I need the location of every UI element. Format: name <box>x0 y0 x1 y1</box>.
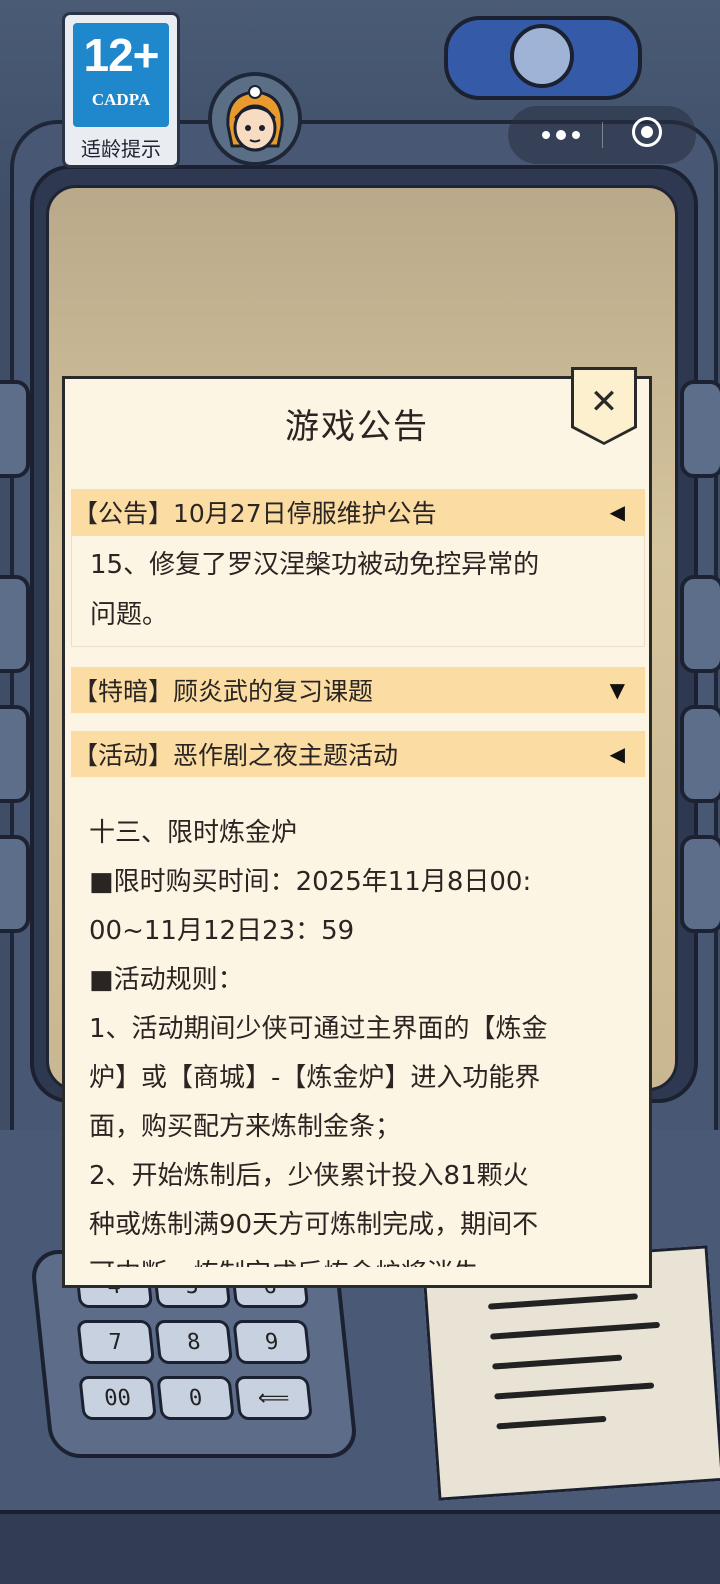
body-line: 00~11月12日23：59 <box>89 916 355 946</box>
miniprogram-capsule <box>508 106 696 164</box>
scribble-line <box>490 1321 661 1340</box>
collapse-arrow-icon: ◀ <box>609 500 625 524</box>
age-rating-panel: 12+ CADPA <box>73 23 169 127</box>
body-line: 可中断，炼制完成后炼金炉将消失 <box>89 1250 627 1267</box>
keypad-key: 9 <box>232 1320 312 1364</box>
side-button-right-2 <box>680 575 720 673</box>
avatar-face-icon <box>212 76 298 162</box>
body-line: 2、开始炼制后，少侠累计投入81颗火 <box>89 1161 529 1191</box>
more-dots-icon[interactable] <box>526 106 596 164</box>
section-header-event[interactable]: 【活动】恶作剧之夜主题活动 ◀ <box>71 731 645 777</box>
side-button-left-2 <box>0 575 30 673</box>
section-header-label: 【活动】恶作剧之夜主题活动 <box>73 741 399 770</box>
section-header-special[interactable]: 【特暗】顾炎武的复习课题 ▼ <box>71 667 645 713</box>
age-rating-tip: 适龄提示 <box>81 137 161 161</box>
expand-arrow-icon: ▼ <box>609 678 625 702</box>
body-line: 种或炼制满90天方可炼制完成，期间不 <box>89 1210 539 1240</box>
section-body-event[interactable]: 十三、限时炼金炉 ■限时购买时间：2025年11月8日00: 00~11月12日… <box>71 789 645 1267</box>
body-line: 1、活动期间少侠可通过主界面的【炼金 <box>89 1014 548 1044</box>
target-close-icon[interactable] <box>632 117 662 147</box>
machine-bottom-strip <box>0 1510 720 1584</box>
body-line: 问题。 <box>90 600 169 630</box>
capsule-divider <box>602 122 603 148</box>
side-button-left-1 <box>0 380 30 478</box>
section-header-label: 【公告】10月27日停服维护公告 <box>73 499 437 528</box>
announcement-modal: 游戏公告 ✕ 【公告】10月27日停服维护公告 ◀ 15、修复了罗汉涅槃功被动免… <box>62 367 652 1288</box>
scribble-line <box>494 1382 655 1400</box>
scribble-line <box>487 1293 639 1310</box>
body-line: 炉】或【商城】-【炼金炉】进入功能界 <box>89 1063 541 1093</box>
body-line: ■活动规则： <box>89 965 244 995</box>
age-rating-org: CADPA <box>91 90 151 109</box>
body-line: ■限时购买时间：2025年11月8日00: <box>89 867 532 897</box>
camera-lens <box>510 24 574 88</box>
player-avatar[interactable] <box>208 72 302 166</box>
age-rating-badge[interactable]: 12+ CADPA 适龄提示 <box>62 12 180 168</box>
modal-title: 游戏公告 <box>285 407 429 447</box>
section-header-maintenance[interactable]: 【公告】10月27日停服维护公告 ◀ <box>71 489 645 535</box>
camera-decoration <box>444 16 642 100</box>
body-line: 十三、限时炼金炉 <box>89 818 298 848</box>
keypad-key: 7 <box>76 1320 156 1364</box>
side-button-left-3 <box>0 705 30 803</box>
keypad-key: 8 <box>154 1320 234 1364</box>
body-line: 15、修复了罗汉涅槃功被动免控异常的 <box>90 550 540 580</box>
keypad-key: 00 <box>78 1376 157 1420</box>
keypad-key: ⟸ <box>234 1376 313 1420</box>
side-button-right-3 <box>680 705 720 803</box>
side-button-right-1 <box>680 380 720 478</box>
scribble-line <box>496 1415 607 1430</box>
section-header-label: 【特暗】顾炎武的复习课题 <box>73 677 374 706</box>
age-rating-number: 12+ <box>83 29 159 81</box>
scribble-line <box>492 1354 623 1370</box>
keypad-key: 0 <box>156 1376 235 1420</box>
section-body-maintenance: 15、修复了罗汉涅槃功被动免控异常的 问题。 <box>71 535 645 647</box>
side-button-right-4 <box>680 835 720 933</box>
body-line: 面，购买配方来炼制金条； <box>89 1112 402 1142</box>
collapse-arrow-icon: ◀ <box>609 742 625 766</box>
side-button-left-4 <box>0 835 30 933</box>
